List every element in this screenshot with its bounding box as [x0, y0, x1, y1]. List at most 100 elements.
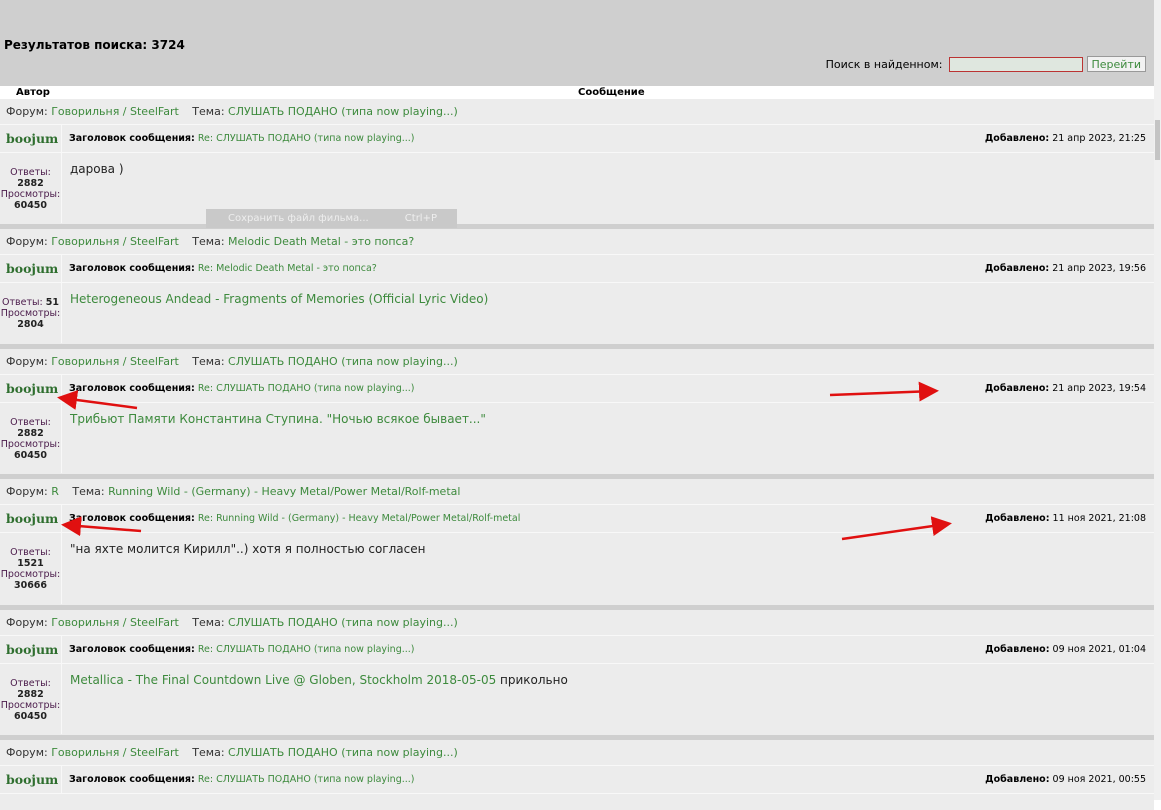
forum-link[interactable]: Говорильня / SteelFart [51, 616, 179, 629]
replies-label: Ответы: [10, 167, 51, 178]
subject-cell: Заголовок сообщения: Re: СЛУШАТЬ ПОДАНО … [62, 375, 1154, 402]
message-link[interactable]: Heterogeneous Andead - Fragments of Memo… [70, 292, 488, 306]
added-label: Добавлено: [985, 644, 1050, 655]
replies-label: Ответы: [10, 417, 51, 428]
replies-count: 1521 [17, 558, 44, 569]
author-link[interactable]: boojum [6, 511, 58, 526]
post-date: 21 апр 2023, 19:54 [1052, 383, 1146, 394]
post-date: 09 ноя 2021, 01:04 [1052, 644, 1146, 655]
author-cell: boojum [0, 375, 62, 402]
subject-cell: Заголовок сообщения: Re: СЛУШАТЬ ПОДАНО … [62, 636, 1154, 663]
subject-link[interactable]: Re: Melodic Death Metal - это попса? [198, 263, 377, 274]
post-head: boojum Заголовок сообщения: Re: СЛУШАТЬ … [0, 125, 1154, 153]
forum-label: Форум: [6, 746, 48, 759]
added-label: Добавлено: [985, 513, 1050, 524]
go-button[interactable]: Перейти [1086, 56, 1146, 72]
added-label: Добавлено: [984, 263, 1050, 274]
author-link[interactable]: boojum [6, 642, 58, 657]
column-message: Сообщение [578, 87, 645, 98]
replies-label: Ответы: [2, 297, 43, 308]
topic-label: Тема: [192, 355, 225, 368]
subject-label: Заголовок сообщения: [69, 774, 195, 785]
post-head: boojum Заголовок сообщения: Re: СЛУШАТЬ … [0, 636, 1154, 664]
topic-link[interactable]: СЛУШАТЬ ПОДАНО (типа now playing...) [228, 355, 458, 368]
views-label: Просмотры: [0, 700, 61, 711]
views-label: Просмотры: [0, 569, 61, 580]
replies-label: Ответы: [10, 678, 51, 689]
subject-link[interactable]: Re: СЛУШАТЬ ПОДАНО (типа now playing...) [198, 644, 415, 655]
views-count: 60450 [13, 450, 48, 461]
search-label: Поиск в найденном: [825, 57, 943, 71]
topic-link[interactable]: СЛУШАТЬ ПОДАНО (типа now playing...) [228, 616, 458, 629]
forum-topic-line: Форум: Говорильня / SteelFart Тема: СЛУШ… [0, 740, 1154, 766]
subject-cell: Заголовок сообщения: Re: Melodic Death M… [62, 255, 1154, 282]
forum-link[interactable]: Говорильня / SteelFart [51, 355, 179, 368]
post-body: Ответы: 51 Просмотры: 2804 Heterogeneous… [0, 283, 1154, 343]
post-body: Ответы: 2882 Просмотры: 60450 Metallica … [0, 664, 1154, 734]
post-head: boojum Заголовок сообщения: Re: СЛУШАТЬ … [0, 766, 1154, 794]
post-head: boojum Заголовок сообщения: Re: СЛУШАТЬ … [0, 375, 1154, 403]
forum-label: Форум: [6, 105, 48, 118]
topic-label: Тема: [72, 485, 105, 498]
replies-count: 2882 [17, 178, 44, 189]
forum-topic-line: Форум: Говорильня / SteelFart Тема: СЛУШ… [0, 349, 1154, 375]
subject-link[interactable]: Re: СЛУШАТЬ ПОДАНО (типа now playing...) [198, 383, 415, 394]
subject-cell: Заголовок сообщения: Re: СЛУШАТЬ ПОДАНО … [62, 766, 1154, 793]
context-menu-item[interactable]: Сохранить файл фильма... Ctrl+P [206, 209, 457, 228]
message-plain: дарова ) [70, 162, 124, 176]
result-post: Форум: Говорильня / SteelFart Тема: Melo… [0, 229, 1154, 349]
forum-label: Форум: [6, 616, 48, 629]
post-body: Ответы: 2882 Просмотры: 60450 дарова ) [0, 153, 1154, 223]
topic-link[interactable]: Running Wild - (Germany) - Heavy Metal/P… [108, 485, 460, 498]
message-link[interactable]: Metallica - The Final Countdown Live @ G… [70, 673, 496, 687]
results-list: Форум: Говорильня / SteelFart Тема: СЛУШ… [0, 99, 1154, 810]
message-link[interactable]: Трибьют Памяти Константина Ступина. "Ноч… [70, 412, 486, 426]
subject-label: Заголовок сообщения: [69, 133, 195, 144]
message-text: Heterogeneous Andead - Fragments of Memo… [62, 283, 1154, 343]
post-date: 21 апр 2023, 21:25 [1052, 133, 1146, 144]
author-link[interactable]: boojum [6, 131, 58, 146]
subject-link[interactable]: Re: СЛУШАТЬ ПОДАНО (типа now playing...) [198, 774, 415, 785]
post-head: boojum Заголовок сообщения: Re: Running … [0, 505, 1154, 533]
scrollbar-thumb[interactable] [1155, 120, 1160, 160]
views-label: Просмотры: [0, 189, 61, 200]
result-post: Форум: Говорильня / SteelFart Тема: СЛУШ… [0, 99, 1154, 229]
added-label: Добавлено: [985, 774, 1050, 785]
forum-link[interactable]: Говорильня / SteelFart [51, 105, 179, 118]
search-input[interactable] [948, 56, 1083, 72]
author-stats: Ответы: 2882 Просмотры: 60450 [0, 664, 62, 734]
subject-link[interactable]: Re: СЛУШАТЬ ПОДАНО (типа now playing...) [198, 133, 415, 144]
author-link[interactable]: boojum [6, 772, 58, 787]
subject-label: Заголовок сообщения: [69, 644, 195, 655]
message-tail: прикольно [496, 673, 568, 687]
views-label: Просмотры: [0, 308, 61, 319]
topic-link[interactable]: Melodic Death Metal - это попса? [228, 235, 414, 248]
post-date: 09 ноя 2021, 00:55 [1052, 774, 1146, 785]
subject-label: Заголовок сообщения: [69, 263, 195, 274]
subject-link[interactable]: Re: Running Wild - (Germany) - Heavy Met… [198, 513, 521, 524]
vertical-scrollbar[interactable] [1154, 0, 1161, 800]
message-text: Metallica - The Final Countdown Live @ G… [62, 664, 1154, 734]
forum-link[interactable]: R [51, 485, 59, 498]
author-link[interactable]: boojum [6, 261, 58, 276]
forum-topic-line: Форум: Говорильня / SteelFart Тема: Melo… [0, 229, 1154, 255]
forum-link[interactable]: Говорильня / SteelFart [51, 235, 179, 248]
views-count: 60450 [13, 200, 48, 211]
forum-label: Форум: [6, 355, 48, 368]
post-date: 11 ноя 2021, 21:08 [1052, 513, 1146, 524]
forum-topic-line: Форум: R Тема: Running Wild - (Germany) … [0, 479, 1154, 505]
results-count: Результатов поиска: 3724 [4, 38, 185, 52]
topic-link[interactable]: СЛУШАТЬ ПОДАНО (типа now playing...) [228, 746, 458, 759]
views-count: 30666 [13, 580, 48, 591]
subject-cell: Заголовок сообщения: Re: СЛУШАТЬ ПОДАНО … [62, 125, 1154, 152]
forum-topic-line: Форум: Говорильня / SteelFart Тема: СЛУШ… [0, 99, 1154, 125]
author-cell: boojum [0, 255, 62, 282]
author-link[interactable]: boojum [6, 381, 58, 396]
forum-link[interactable]: Говорильня / SteelFart [51, 746, 179, 759]
post-head: boojum Заголовок сообщения: Re: Melodic … [0, 255, 1154, 283]
topic-label: Тема: [192, 616, 225, 629]
topic-link[interactable]: СЛУШАТЬ ПОДАНО (типа now playing...) [228, 105, 458, 118]
post-body: Ответы: 1521 Просмотры: 30666 "на яхте м… [0, 533, 1154, 604]
subject-label: Заголовок сообщения: [69, 383, 195, 394]
topic-label: Тема: [192, 746, 225, 759]
